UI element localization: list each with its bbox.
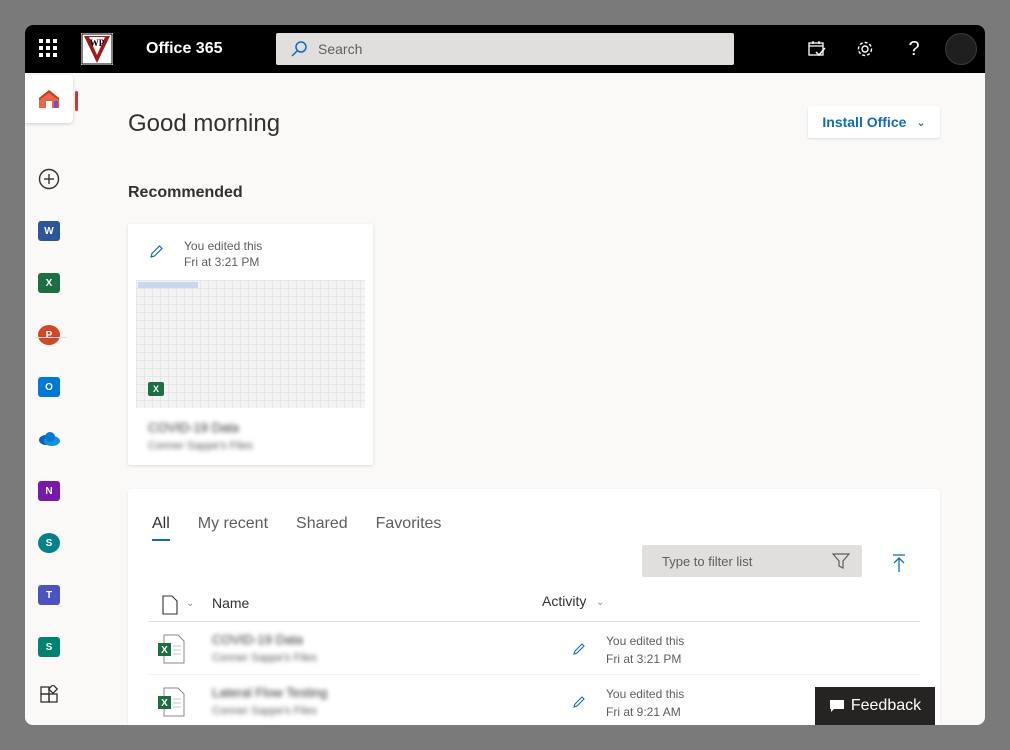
filter-input[interactable]: Type to filter list <box>642 545 862 577</box>
column-name[interactable]: Name <box>212 595 249 611</box>
create-icon <box>38 168 60 190</box>
row-activity: You edited this Fri at 9:21 AM <box>606 685 684 721</box>
row-activity-line1: You edited this <box>606 634 685 648</box>
upload-icon[interactable] <box>891 553 907 573</box>
card-activity-line1: You edited this <box>184 239 263 253</box>
row-file-name[interactable]: Lateral Flow Testing <box>212 685 327 700</box>
column-activity[interactable]: Activity <box>542 593 586 609</box>
home-active-indicator <box>75 91 78 111</box>
rail-onedrive[interactable] <box>33 423 65 455</box>
file-tabs: All My recent Shared Favorites <box>152 515 469 541</box>
file-row[interactable]: X COVID-19 Data Conner Sappe's Files You… <box>148 622 920 675</box>
filter-placeholder: Type to filter list <box>662 553 753 569</box>
filter-funnel-icon <box>832 553 850 569</box>
row-file-name[interactable]: COVID-19 Data <box>212 632 303 647</box>
svg-text:X: X <box>161 645 168 656</box>
help-icon[interactable]: ? <box>904 39 924 59</box>
search-placeholder: Search <box>318 41 363 57</box>
card-activity-line2: Fri at 3:21 PM <box>184 255 260 269</box>
search-box[interactable]: Search <box>276 33 734 65</box>
chevron-down-icon[interactable]: ⌄ <box>186 598 194 609</box>
svg-text:X: X <box>161 698 168 709</box>
chevron-down-icon: ⌄ <box>916 116 926 129</box>
row-activity-line1: You edited this <box>606 687 685 701</box>
excel-icon: X <box>38 273 60 293</box>
rail-powerpoint[interactable]: P <box>33 319 65 351</box>
file-thumbnail: X <box>136 280 365 408</box>
edit-pencil-icon <box>573 643 585 655</box>
sharepoint-icon: S <box>38 533 60 553</box>
feedback-chat-icon <box>829 700 844 712</box>
settings-gear-icon[interactable] <box>855 39 875 59</box>
file-type-icon[interactable] <box>162 595 178 615</box>
tab-all[interactable]: All <box>152 515 170 541</box>
rail-excel[interactable]: X <box>33 267 65 299</box>
rail-word[interactable]: W <box>33 215 65 247</box>
file-row[interactable]: X Lateral Flow Testing Conner Sappe's Fi… <box>148 675 920 725</box>
outlook-icon: O <box>38 377 60 397</box>
tab-favorites[interactable]: Favorites <box>376 515 442 541</box>
rail-teams[interactable]: T <box>33 579 65 611</box>
app-launcher-icon[interactable] <box>39 39 57 57</box>
excel-file-icon: X <box>158 687 185 717</box>
file-table-header: ⌄ Name Activity ⌄ <box>148 593 920 622</box>
recommended-heading: Recommended <box>128 184 243 201</box>
excel-badge-icon: X <box>148 382 164 396</box>
office-window: WP Office 365 Search ? W X P O N S T S G… <box>25 25 985 725</box>
card-file-name: COVID-19 Data <box>148 420 240 435</box>
install-office-label: Install Office <box>822 114 907 130</box>
rail-all-apps[interactable] <box>33 679 65 711</box>
teams-icon: T <box>38 585 60 605</box>
rail-outlook[interactable]: O <box>33 371 65 403</box>
edit-pencil-icon <box>150 245 163 258</box>
tab-my-recent[interactable]: My recent <box>198 515 268 541</box>
top-bar: WP Office 365 Search ? <box>25 25 985 73</box>
rail-create[interactable] <box>33 163 65 195</box>
search-icon <box>291 41 307 57</box>
install-office-button[interactable]: Install Office ⌄ <box>808 106 940 138</box>
brand-title[interactable]: Office 365 <box>146 40 222 58</box>
onedrive-icon <box>39 432 60 446</box>
organization-logo[interactable]: WP <box>81 33 113 65</box>
chevron-down-icon[interactable]: ⌄ <box>596 597 604 608</box>
rail-home-button[interactable] <box>25 75 73 123</box>
home-icon <box>39 90 59 108</box>
row-activity-line2: Fri at 3:21 PM <box>606 652 682 666</box>
user-avatar[interactable] <box>945 33 977 65</box>
card-file-location: Conner Sappe's Files <box>148 440 253 452</box>
feedback-label: Feedback <box>850 697 922 714</box>
row-file-location: Conner Sappe's Files <box>212 705 317 717</box>
rail-sway[interactable]: S <box>33 631 65 663</box>
excel-file-icon: X <box>158 634 185 664</box>
app-rail: W X P O N S T S <box>25 73 78 725</box>
row-file-location: Conner Sappe's Files <box>212 652 317 664</box>
svg-text:WP: WP <box>90 38 105 48</box>
greeting-heading: Good morning <box>128 110 281 137</box>
onenote-icon: N <box>38 481 60 501</box>
recommended-file-card[interactable]: You edited this Fri at 3:21 PM X COVID-1… <box>128 224 373 465</box>
rail-divider <box>35 337 67 338</box>
row-activity: You edited this Fri at 3:21 PM <box>606 632 684 668</box>
powerpoint-icon: P <box>38 325 60 345</box>
sway-icon: S <box>38 637 60 657</box>
card-activity: You edited this Fri at 3:21 PM <box>184 238 262 270</box>
word-icon: W <box>38 221 60 241</box>
row-activity-line2: Fri at 9:21 AM <box>606 705 681 719</box>
edit-pencil-icon <box>573 696 585 708</box>
thumbnail-header <box>138 282 198 288</box>
my-day-icon[interactable] <box>807 39 827 59</box>
feedback-button[interactable]: Feedback <box>815 687 935 725</box>
rail-sharepoint[interactable]: S <box>33 527 65 559</box>
all-apps-icon <box>40 685 59 703</box>
tab-shared[interactable]: Shared <box>296 515 348 541</box>
rail-onenote[interactable]: N <box>33 475 65 507</box>
